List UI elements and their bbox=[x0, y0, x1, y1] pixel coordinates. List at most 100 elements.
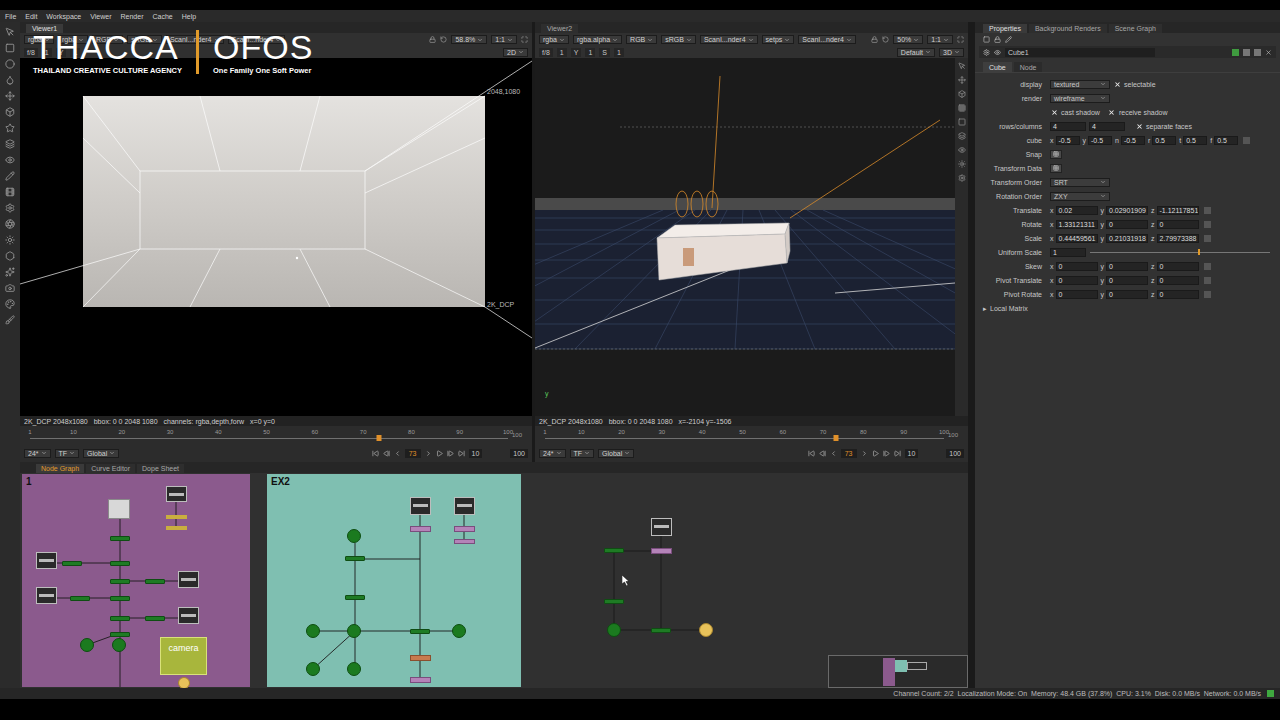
animation-button[interactable] bbox=[1204, 221, 1211, 228]
refresh-icon[interactable] bbox=[440, 36, 447, 43]
panel-tab[interactable]: Curve Editor bbox=[86, 464, 135, 473]
animation-button[interactable] bbox=[1204, 291, 1211, 298]
node-read[interactable] bbox=[651, 518, 672, 536]
node-read[interactable] bbox=[36, 587, 57, 604]
tool-icon[interactable] bbox=[5, 155, 15, 165]
menu-item[interactable]: Help bbox=[182, 13, 196, 20]
first-frame-icon[interactable] bbox=[808, 450, 815, 457]
node-sphere[interactable] bbox=[112, 638, 126, 652]
value-field[interactable]: 0 bbox=[1106, 276, 1148, 285]
node-sphere[interactable] bbox=[306, 624, 320, 638]
value-field[interactable]: 0 bbox=[1056, 262, 1098, 271]
checkbox[interactable] bbox=[1113, 80, 1121, 88]
value-field[interactable]: 0.44459561 bbox=[1056, 234, 1098, 243]
tool-icon[interactable] bbox=[5, 283, 15, 293]
node-transform[interactable] bbox=[110, 579, 130, 584]
menu-item[interactable]: Viewer bbox=[90, 13, 111, 20]
next-key-icon[interactable] bbox=[447, 450, 454, 457]
node-transform[interactable] bbox=[110, 596, 130, 601]
node-transform[interactable] bbox=[145, 616, 165, 621]
node-read[interactable] bbox=[410, 497, 431, 515]
last-frame-icon[interactable] bbox=[458, 450, 465, 457]
tool-icon[interactable] bbox=[5, 123, 15, 133]
tool-icon[interactable] bbox=[5, 91, 15, 101]
panel-tab[interactable]: Node Graph bbox=[36, 464, 84, 473]
knob-dropdown[interactable]: textured bbox=[1050, 80, 1110, 89]
viewer-tool-icon[interactable] bbox=[958, 104, 966, 112]
value-field[interactable]: 4 bbox=[1050, 122, 1086, 131]
node-transform[interactable] bbox=[345, 556, 365, 561]
input-dropdown[interactable]: setps bbox=[762, 35, 795, 44]
node-transform[interactable] bbox=[604, 548, 624, 553]
viewer-tool-icon[interactable] bbox=[958, 76, 966, 84]
value-field[interactable]: 2.79973388 bbox=[1157, 234, 1199, 243]
node-read[interactable] bbox=[178, 607, 199, 624]
value-field[interactable]: 0.02 bbox=[1056, 206, 1098, 215]
viewer-control[interactable]: 1 bbox=[585, 48, 595, 57]
animation-button[interactable] bbox=[1204, 263, 1211, 270]
input-dropdown[interactable]: ScanI...nder4 bbox=[798, 35, 856, 44]
value-field[interactable]: 0.5 bbox=[1214, 136, 1238, 145]
node-settings-icon[interactable] bbox=[983, 49, 990, 56]
viewer-tool-icon[interactable] bbox=[958, 62, 966, 70]
viewer-tool-icon[interactable] bbox=[958, 90, 966, 98]
camera-dropdown[interactable]: Default bbox=[897, 48, 935, 57]
panel-tab[interactable]: Dope Sheet bbox=[137, 464, 184, 473]
menu-item[interactable]: Workspace bbox=[46, 13, 81, 20]
value-field[interactable]: -0.5 bbox=[1056, 136, 1080, 145]
value-field[interactable]: -1.12117851 bbox=[1157, 206, 1199, 215]
node-read[interactable] bbox=[454, 497, 475, 515]
node-purple[interactable] bbox=[454, 539, 475, 544]
section-row[interactable]: ▸Local Matrix bbox=[975, 302, 1280, 314]
tf-dropdown[interactable]: TF bbox=[55, 449, 80, 458]
value-field[interactable]: 0 bbox=[1157, 290, 1199, 299]
lock-icon[interactable] bbox=[994, 36, 1001, 43]
node-tab[interactable]: Node bbox=[1014, 62, 1043, 72]
viewer-3d-canvas[interactable]: y bbox=[535, 58, 955, 416]
tool-icon[interactable] bbox=[5, 219, 15, 229]
value-field[interactable]: 0.5 bbox=[1183, 136, 1207, 145]
viewer-control[interactable]: f/8 bbox=[539, 48, 553, 57]
node-transform[interactable] bbox=[410, 629, 430, 634]
channel-dropdown[interactable]: rgba.alpha bbox=[573, 35, 622, 44]
animation-button[interactable] bbox=[1204, 235, 1211, 242]
node-sphere[interactable] bbox=[80, 638, 94, 652]
node-transform[interactable] bbox=[70, 596, 90, 601]
viewer-tool-icon[interactable] bbox=[958, 174, 966, 182]
channel-dropdown[interactable]: RGB bbox=[626, 35, 657, 44]
tool-icon[interactable] bbox=[5, 27, 15, 37]
lock-icon[interactable] bbox=[871, 36, 878, 43]
scope-dropdown[interactable]: Global bbox=[598, 449, 634, 458]
tool-icon[interactable] bbox=[5, 315, 15, 325]
menu-item[interactable]: Render bbox=[121, 13, 144, 20]
node-sphere[interactable] bbox=[452, 624, 466, 638]
node-orange[interactable] bbox=[410, 655, 431, 661]
value-field[interactable]: 0.5 bbox=[1152, 136, 1176, 145]
node-transform[interactable] bbox=[110, 536, 130, 541]
end-field[interactable]: 100 bbox=[946, 449, 964, 458]
knob-button[interactable] bbox=[1050, 164, 1062, 173]
node-transform[interactable] bbox=[651, 628, 671, 633]
stack-icon[interactable] bbox=[983, 36, 990, 43]
backdrop[interactable]: EX2 bbox=[267, 474, 521, 687]
tool-icon[interactable] bbox=[5, 139, 15, 149]
frame-field[interactable]: 73 bbox=[841, 449, 857, 458]
node-purple[interactable] bbox=[454, 526, 475, 532]
tool-icon[interactable] bbox=[5, 203, 15, 213]
viewer-tool-icon[interactable] bbox=[958, 118, 966, 126]
panel-tab[interactable]: Scene Graph bbox=[1109, 24, 1162, 33]
value-field[interactable]: -0.5 bbox=[1121, 136, 1145, 145]
node-read[interactable] bbox=[166, 486, 187, 502]
node-purple[interactable] bbox=[651, 548, 672, 554]
minimap[interactable] bbox=[828, 655, 968, 688]
node-name-field[interactable]: Cube1 bbox=[1005, 48, 1155, 57]
slider-handle[interactable] bbox=[1198, 249, 1200, 255]
step-field[interactable]: 10 bbox=[905, 449, 919, 458]
value-field[interactable]: 0 bbox=[1157, 262, 1199, 271]
node-transform[interactable] bbox=[110, 561, 130, 566]
refresh-icon[interactable] bbox=[882, 36, 889, 43]
menu-item[interactable]: Edit bbox=[25, 13, 37, 20]
value-field[interactable]: 0.21031918 bbox=[1106, 234, 1148, 243]
node-sphere[interactable] bbox=[607, 623, 621, 637]
node-read[interactable] bbox=[36, 552, 57, 569]
